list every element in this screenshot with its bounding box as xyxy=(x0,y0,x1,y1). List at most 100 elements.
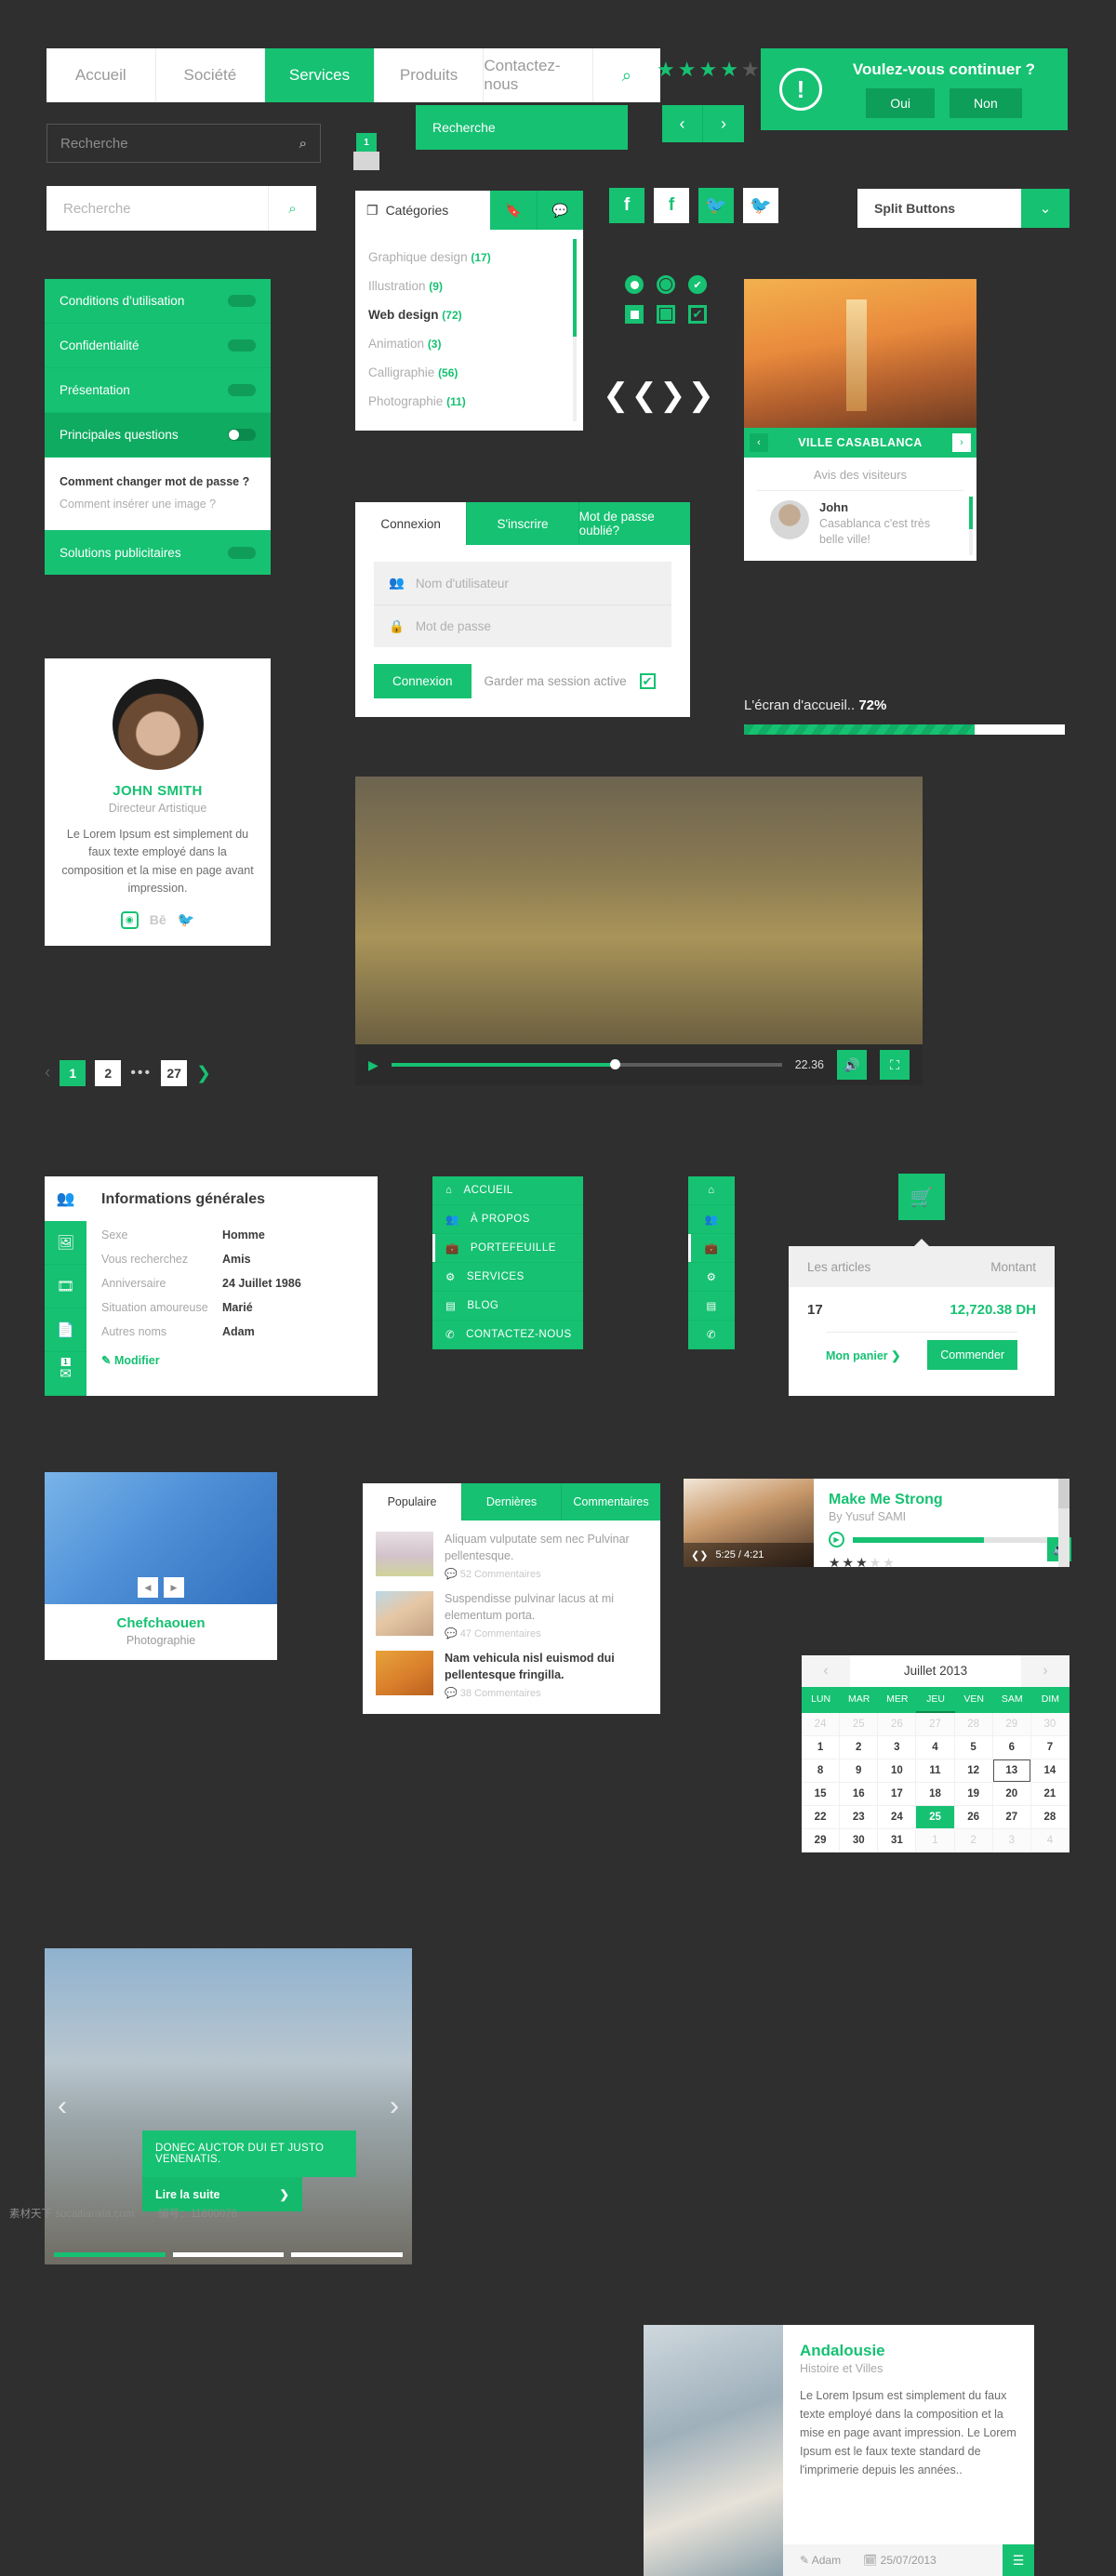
mail-icon[interactable]: 1 ✉ xyxy=(45,1352,86,1396)
bookmark-icon[interactable]: 🔖 xyxy=(490,191,537,230)
faq-item[interactable]: Comment insérer une image ? xyxy=(60,493,256,515)
calendar-day[interactable]: 3 xyxy=(878,1736,917,1759)
accordion-item-conditions[interactable]: Conditions d’utilisation xyxy=(45,279,271,324)
toggle-switch[interactable] xyxy=(228,339,256,352)
accordion-item-solutions[interactable]: Solutions publicitaires xyxy=(45,530,271,575)
calendar-day[interactable]: 27 xyxy=(916,1713,955,1736)
star-icon[interactable]: ★ xyxy=(657,58,675,82)
audio-scrollbar[interactable] xyxy=(1058,1479,1070,1567)
tab-dernieres[interactable]: Dernières xyxy=(461,1483,561,1520)
alert-no-button[interactable]: Non xyxy=(950,88,1022,118)
review-scrollbar[interactable] xyxy=(969,497,973,555)
nav-item-societe[interactable]: Société xyxy=(156,48,266,102)
fullscreen-icon[interactable]: ⛶ xyxy=(880,1050,910,1080)
calendar-day[interactable]: 31 xyxy=(878,1829,917,1852)
category-item[interactable]: Illustration (9) xyxy=(355,272,583,300)
next-button[interactable]: › xyxy=(951,433,971,452)
volume-icon[interactable]: 🔊 xyxy=(837,1050,867,1080)
star-icon[interactable]: ★ xyxy=(678,58,697,82)
calendar-day[interactable]: 24 xyxy=(878,1806,917,1829)
calendar-day[interactable]: 29 xyxy=(802,1829,841,1852)
calendar-day[interactable]: 26 xyxy=(878,1713,917,1736)
facebook-icon[interactable]: f xyxy=(654,188,689,223)
star-rating[interactable]: ★ ★ ★ ★ ★ xyxy=(657,58,760,82)
facebook-icon[interactable]: f xyxy=(609,188,644,223)
post-item[interactable]: Nam vehicula nisl euismod dui pellentesq… xyxy=(363,1640,660,1699)
username-field[interactable]: 👥 Nom d'utilisateur xyxy=(374,562,671,604)
calendar-day[interactable]: 5 xyxy=(954,1736,993,1759)
nav-item-contactez-nous[interactable]: Contactez-nous xyxy=(484,48,593,102)
calendar-day[interactable]: 29 xyxy=(992,1713,1031,1736)
checkbox-filled[interactable] xyxy=(625,305,644,324)
checkout-button[interactable]: Commender xyxy=(927,1340,1017,1370)
nav-item-accueil[interactable]: Accueil xyxy=(46,48,156,102)
nav-item-services[interactable]: Services xyxy=(265,48,375,102)
calendar-day[interactable]: 11 xyxy=(916,1759,955,1783)
login-submit-button[interactable]: Connexion xyxy=(374,664,472,698)
calendar-day[interactable]: 9 xyxy=(840,1759,879,1783)
checkbox-square[interactable] xyxy=(657,305,675,324)
hero-indicator[interactable] xyxy=(172,2252,285,2257)
faq-item[interactable]: Comment changer mot de passe ? xyxy=(60,471,256,493)
prev-button[interactable]: ‹ xyxy=(662,105,703,142)
behance-icon[interactable]: Bē xyxy=(150,912,166,927)
calendar-day[interactable]: 28 xyxy=(1030,1806,1070,1829)
category-item[interactable]: Animation (3) xyxy=(355,329,583,358)
star-icon[interactable]: ★ xyxy=(741,58,760,82)
calendar-day[interactable]: 15 xyxy=(802,1783,841,1806)
pagination-page[interactable]: 2 xyxy=(95,1060,122,1086)
keep-session-checkbox[interactable]: ✔ xyxy=(639,673,656,689)
video-progress-bar[interactable] xyxy=(391,1059,782,1069)
comment-icon[interactable]: 💬 xyxy=(537,191,583,230)
play-icon[interactable]: ▶ xyxy=(368,1057,379,1073)
vmenu-item-accueil[interactable]: ⌂ ACCUEIL xyxy=(432,1176,583,1205)
accordion-item-principales-questions[interactable]: Principales questions xyxy=(45,413,271,458)
calendar-day[interactable]: 27 xyxy=(992,1806,1031,1829)
vmenu-item-contactez-nous[interactable]: ✆ CONTACTEZ-NOUS xyxy=(432,1321,583,1349)
vmenu-item-a-propos[interactable]: 👥 À PROPOS xyxy=(432,1205,583,1234)
calendar-day[interactable]: 4 xyxy=(916,1736,955,1759)
pagination-page[interactable]: 27 xyxy=(161,1060,188,1086)
toggle-switch[interactable] xyxy=(228,295,256,307)
category-item[interactable]: Graphique design (17) xyxy=(355,243,583,272)
calendar-day[interactable]: 22 xyxy=(802,1806,841,1829)
calendar-day[interactable]: 26 xyxy=(954,1806,993,1829)
prev-button[interactable]: ◀ xyxy=(138,1577,158,1598)
search-icon[interactable]: ⌕ xyxy=(299,136,307,152)
my-cart-link[interactable]: Mon panier ❯ xyxy=(826,1348,901,1362)
scrollbar-thumb[interactable] xyxy=(573,239,577,337)
post-item[interactable]: Aliquam vulputate sem nec Pulvinar pelle… xyxy=(363,1520,660,1580)
calendar-day[interactable]: 1 xyxy=(916,1829,955,1852)
calendar-day[interactable]: 7 xyxy=(1030,1736,1070,1759)
calendar-day[interactable]: 2 xyxy=(954,1829,993,1852)
calendar-day[interactable]: 28 xyxy=(954,1713,993,1736)
search-input-dark[interactable]: Recherche ⌕ xyxy=(46,124,321,163)
vmenu-icon-list[interactable]: ▤ xyxy=(688,1292,735,1321)
calendar-day[interactable]: 30 xyxy=(1030,1713,1070,1736)
play-icon[interactable]: ▶ xyxy=(829,1532,844,1547)
radio-selected[interactable] xyxy=(625,275,644,294)
checkbox-checked[interactable]: ✔ xyxy=(688,305,707,324)
vmenu-item-blog[interactable]: ▤ BLOG xyxy=(432,1292,583,1321)
calendar-day[interactable]: 16 xyxy=(840,1783,879,1806)
vmenu-item-portefeuille[interactable]: 💼 PORTEFEUILLE xyxy=(432,1234,583,1263)
radio-unselected[interactable] xyxy=(657,275,675,294)
twitter-icon[interactable]: 🐦 xyxy=(178,911,195,928)
vmenu-icon-phone[interactable]: ✆ xyxy=(688,1321,735,1349)
calendar-day[interactable]: 21 xyxy=(1030,1783,1070,1806)
split-button-label[interactable]: Split Buttons xyxy=(857,189,1021,228)
hero-prev[interactable]: ‹ xyxy=(58,2091,67,2122)
hero-indicator[interactable] xyxy=(291,2252,404,2257)
post-item[interactable]: Suspendisse pulvinar lacus at mi element… xyxy=(363,1580,660,1640)
calendar-day[interactable]: 1 xyxy=(802,1736,841,1759)
tab-commentaires[interactable]: Commentaires xyxy=(561,1483,660,1520)
audio-rating[interactable]: ★★★★★ xyxy=(829,1555,1055,1571)
nav-item-produits[interactable]: Produits xyxy=(375,48,485,102)
pagination-next[interactable]: ❯ xyxy=(196,1063,211,1084)
film-icon[interactable]: 🎞 xyxy=(45,1265,86,1308)
calendar-day[interactable]: 4 xyxy=(1030,1829,1070,1852)
tab-populaire[interactable]: Populaire xyxy=(363,1483,461,1520)
prev-next-icon[interactable]: ❮❯ xyxy=(691,1549,708,1561)
calendar-day[interactable]: 25 xyxy=(916,1806,955,1829)
accordion-item-confidentialite[interactable]: Confidentialité xyxy=(45,324,271,368)
